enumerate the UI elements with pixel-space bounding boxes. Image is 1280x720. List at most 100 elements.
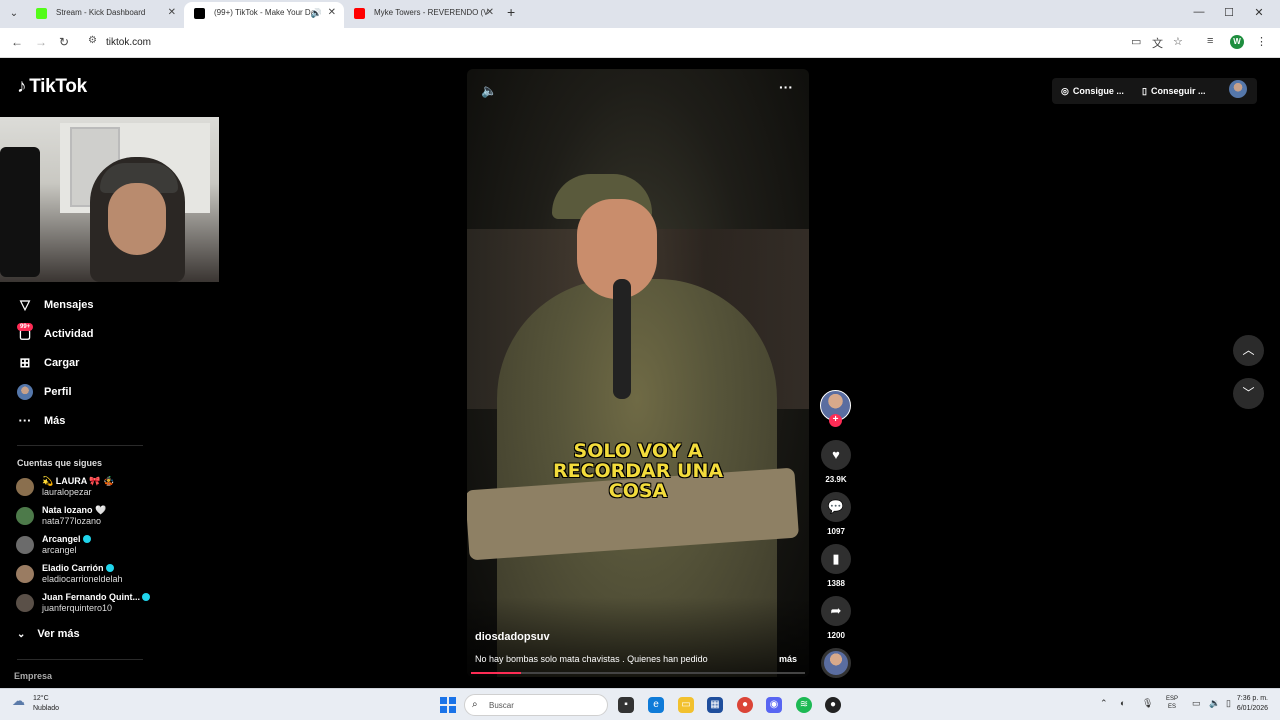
video-caption: SOLO VOY A RECORDAR UNA COSA <box>552 440 724 502</box>
share-count: 1200 <box>827 631 845 640</box>
browser-profile-avatar[interactable]: W <box>1230 35 1244 49</box>
avatar <box>16 594 34 612</box>
chrome-icon[interactable]: ● <box>737 697 753 713</box>
search-icon: ⌕ <box>472 699 478 710</box>
save-action[interactable]: ▮ 1388 <box>820 544 852 588</box>
heart-icon[interactable]: ♥ <box>821 440 851 470</box>
coin-icon: ◎ <box>1061 86 1069 96</box>
tiktok-page: ♪ TikTok ▽ Mensajes ▢ Actividad 99+ ⊞ Car… <box>0 58 1280 688</box>
next-video-button[interactable]: ﹀ <box>1233 378 1264 409</box>
edge-icon[interactable]: e <box>648 697 664 713</box>
volume-icon[interactable]: 🔈 <box>481 83 497 99</box>
taskbar-search[interactable]: ⌕ Buscar <box>464 694 608 716</box>
verified-icon <box>142 593 151 601</box>
close-tab-icon[interactable]: ✕ <box>168 2 176 24</box>
discord-icon[interactable]: ◉ <box>766 697 782 713</box>
divider <box>17 445 143 446</box>
store-icon[interactable]: ▦ <box>707 697 723 713</box>
chevron-up-icon: ︿ <box>1242 343 1255 357</box>
browser-tab-bar: ⌄ Stream - Kick Dashboard ✕ (99+) TikTok… <box>0 0 1280 28</box>
tab-youtube[interactable]: Myke Towers - REVERENDO (V ✕ <box>344 2 502 28</box>
address-bar[interactable]: ⚙ tiktok.com <box>80 32 1120 54</box>
account-handle: arcangel <box>42 545 77 555</box>
get-coins-button[interactable]: ◎ Consigue ... <box>1061 78 1124 104</box>
windows-start-icon[interactable] <box>440 697 456 713</box>
file-explorer-icon[interactable]: ▭ <box>678 697 694 713</box>
like-action[interactable]: ♥ 23.9K <box>820 440 852 484</box>
close-window-icon[interactable]: ✕ <box>1252 6 1266 19</box>
more-options-icon[interactable]: ··· <box>779 79 793 95</box>
maximize-icon[interactable]: ☐ <box>1222 6 1236 19</box>
follow-plus-icon[interactable]: + <box>829 414 842 427</box>
translate-icon[interactable]: 文 <box>1152 35 1163 51</box>
account-name: Juan Fernando Quint... <box>42 592 151 602</box>
music-disc-avatar[interactable] <box>821 648 851 678</box>
expand-description-button[interactable]: más <box>779 654 797 664</box>
browser-menu-icon[interactable]: ⋮ <box>1256 35 1267 48</box>
account-handle: juanferquintero10 <box>42 603 113 613</box>
tab-search-icon[interactable]: ⌄ <box>6 6 22 22</box>
webcam-overlay <box>0 117 219 282</box>
forward-icon[interactable]: → <box>35 35 47 49</box>
tab-tiktok[interactable]: (99+) TikTok - Make Your Da 🔊 ✕ <box>184 2 344 28</box>
get-coins-label: Consigue ... <box>1072 86 1124 96</box>
youtube-favicon-icon <box>354 8 365 19</box>
video-description: No hay bombas solo mata chavistas . Quie… <box>475 654 708 664</box>
comment-count: 1097 <box>827 527 845 536</box>
avatar <box>16 507 34 525</box>
share-action[interactable]: ➦ 1200 <box>820 596 852 640</box>
account-handle: eladiocarrioneldelah <box>42 574 123 584</box>
bookmark-star-icon[interactable]: ☆ <box>1173 35 1183 48</box>
previous-video-button[interactable]: ︿ <box>1233 335 1264 366</box>
progress-fill <box>471 672 522 674</box>
save-count: 1388 <box>827 579 845 588</box>
close-tab-icon[interactable]: ✕ <box>486 2 494 24</box>
footer-link-empresa[interactable]: Empresa <box>14 671 52 681</box>
spotify-icon[interactable]: ≋ <box>796 697 812 713</box>
video-author[interactable]: diosdadopsuv <box>475 631 550 643</box>
network-icon[interactable]: ▭ <box>1192 698 1201 709</box>
video-player[interactable]: SOLO VOY A RECORDAR UNA COSA 🔈 ··· diosd… <box>467 69 809 677</box>
kick-favicon-icon <box>36 8 47 19</box>
tiktok-logo[interactable]: ♪ TikTok <box>17 76 87 98</box>
reload-icon[interactable]: ↻ <box>59 35 69 49</box>
nav-label: Perfil <box>44 386 72 398</box>
language-indicator[interactable]: ESP ES <box>1166 695 1178 711</box>
url-text: tiktok.com <box>106 37 152 48</box>
tray-chevron-icon[interactable]: ⌃ <box>1100 698 1108 709</box>
avatar <box>16 565 34 583</box>
share-arrow-icon[interactable]: ➦ <box>821 596 851 626</box>
new-tab-button[interactable]: + <box>507 4 515 20</box>
user-avatar[interactable] <box>1229 80 1247 98</box>
app-icon[interactable]: ● <box>825 697 841 713</box>
tab-title: (99+) TikTok - Make Your Da <box>214 8 316 17</box>
account-name: Nata lozano 🤍 <box>42 505 107 515</box>
audio-playing-icon[interactable]: 🔊 <box>311 2 322 24</box>
minimize-icon[interactable]: — <box>1192 6 1206 18</box>
get-app-button[interactable]: ▯ Conseguir ... <box>1142 78 1205 104</box>
weather-condition: Nublado <box>33 705 60 712</box>
cloud-icon: ☁ <box>12 693 25 708</box>
tray-app-icon[interactable]: ◐ <box>1120 698 1125 708</box>
see-more-button[interactable]: ⌄ Ver más <box>17 628 80 640</box>
activity-badge: 99+ <box>17 323 34 331</box>
logo-text: TikTok <box>29 76 87 97</box>
verified-icon <box>82 535 91 543</box>
comment-icon[interactable]: 💬 <box>821 492 851 522</box>
clock[interactable]: 7:36 p. m. 6/01/2026 <box>1208 694 1268 714</box>
microphone-icon[interactable]: 🎙 <box>1142 698 1153 709</box>
avatar <box>16 536 34 554</box>
site-info-icon[interactable]: ⚙ <box>88 35 97 46</box>
comment-action[interactable]: 💬 1097 <box>820 492 852 536</box>
tab-title: Myke Towers - REVERENDO (V <box>374 8 489 17</box>
send-icon: ▽ <box>20 297 30 312</box>
tab-kick-dashboard[interactable]: Stream - Kick Dashboard ✕ <box>26 2 184 28</box>
bookmark-icon[interactable]: ▮ <box>821 544 851 574</box>
task-view-icon[interactable]: ▪ <box>618 697 634 713</box>
back-icon[interactable]: ← <box>11 35 23 49</box>
close-tab-icon[interactable]: ✕ <box>328 2 336 24</box>
video-progress-bar[interactable] <box>471 672 805 674</box>
cast-icon[interactable]: ▭ <box>1131 35 1141 48</box>
media-controls-icon[interactable]: ≡ <box>1207 35 1213 47</box>
see-more-label: Ver más <box>37 628 80 640</box>
